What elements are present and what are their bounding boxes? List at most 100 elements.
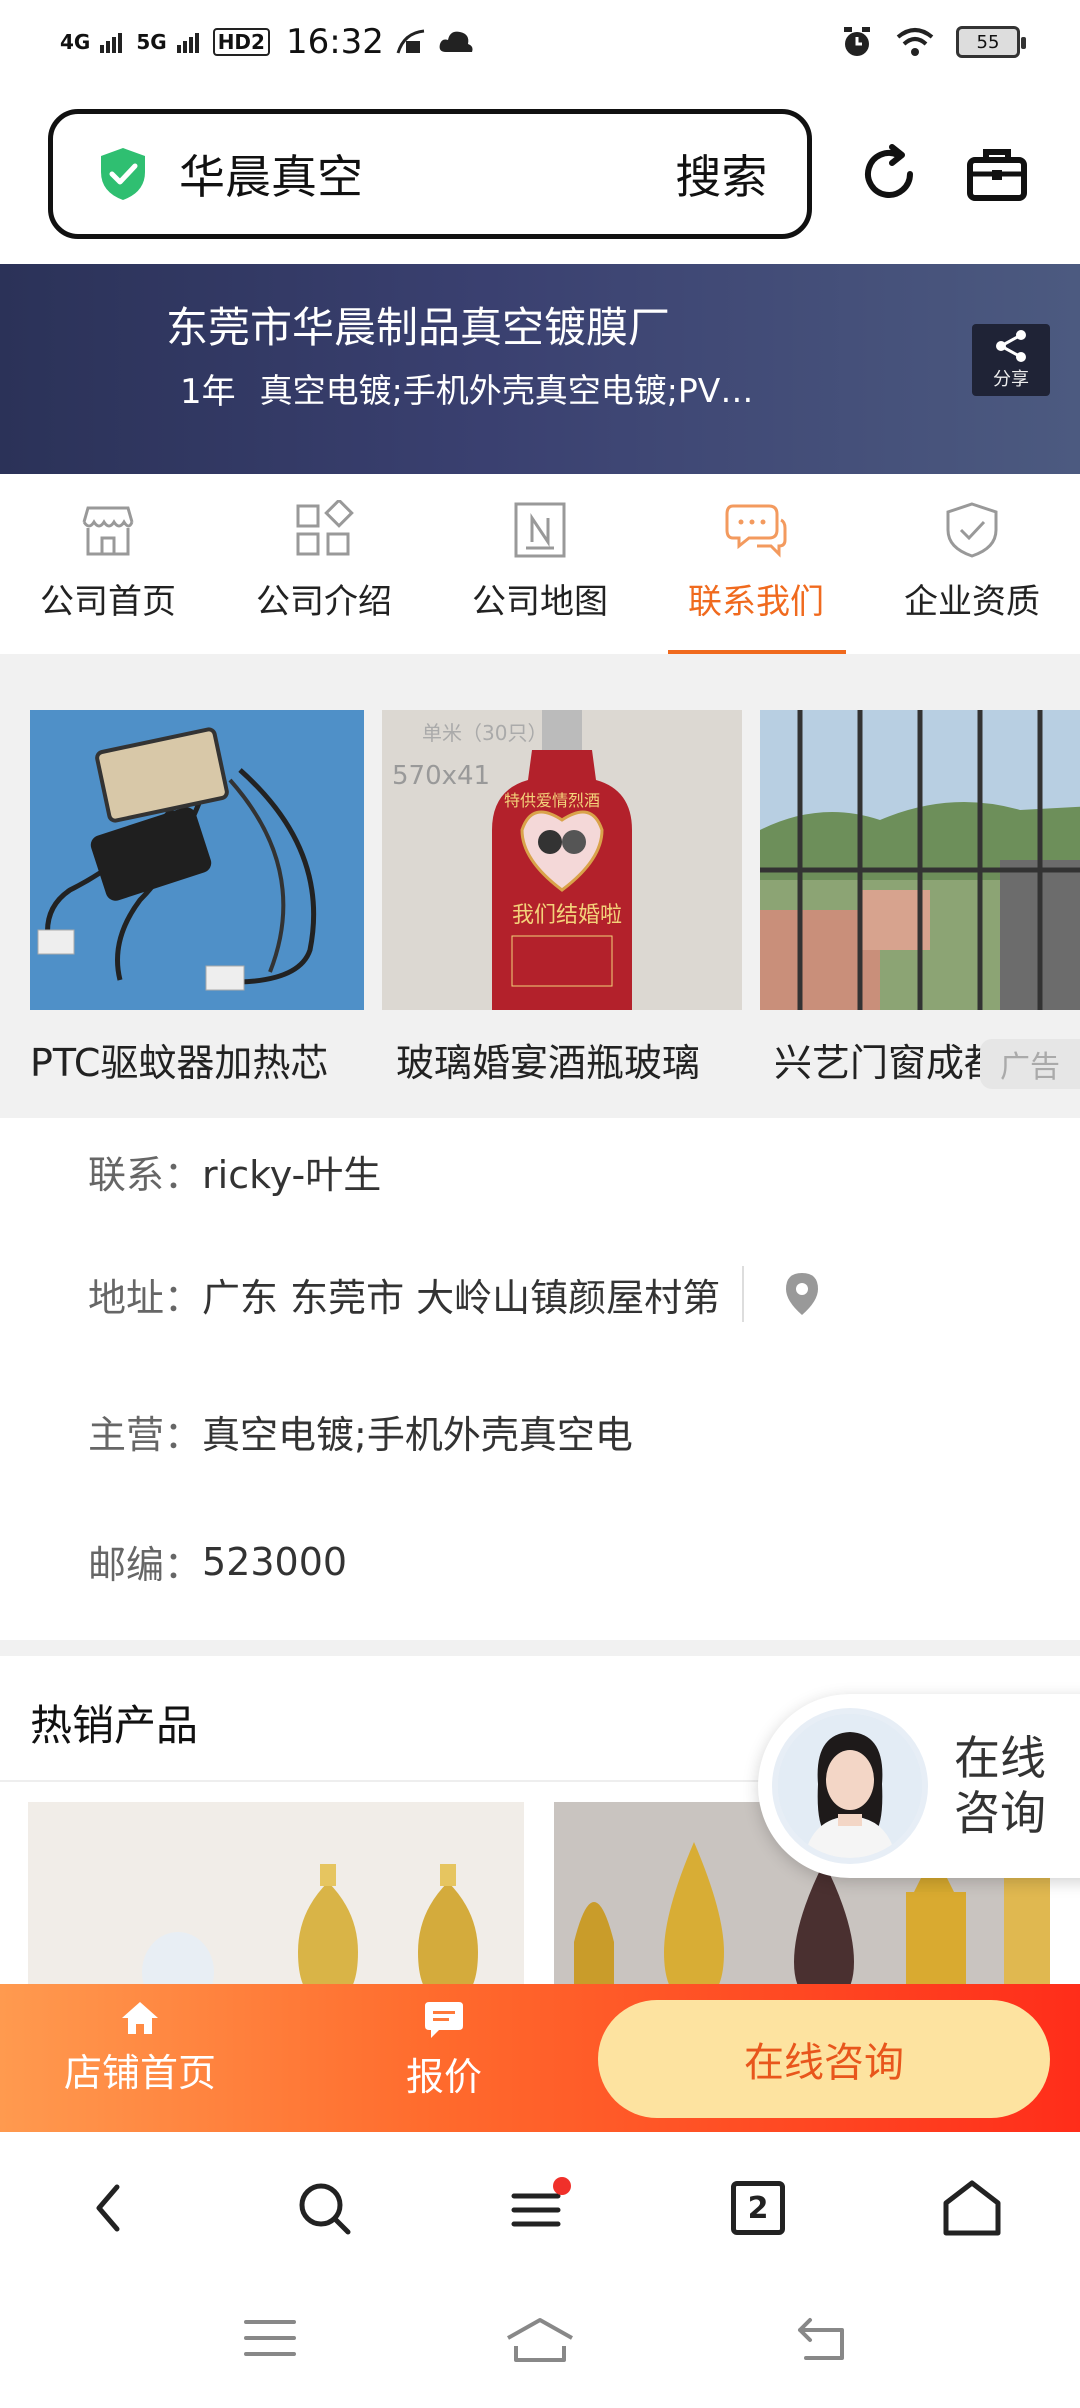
company-years: 1年: [180, 372, 236, 412]
signal-bars-icon: [176, 33, 199, 53]
hd-voice-icon: HD2: [212, 28, 270, 56]
company-name: 东莞市华晨制品真空镀膜厂: [166, 303, 671, 352]
system-back-icon: [798, 2318, 844, 2360]
quote-button[interactable]: 报价: [406, 2000, 482, 2101]
contact-info: 联系： ricky-叶生 地址： 广东 东莞市 大岭山镇颜屋村第 主营： 真空电…: [0, 1118, 1080, 1640]
search-box[interactable]: 华晨真空 搜索: [48, 109, 813, 239]
box-print-text: 单米（30只）: [422, 721, 547, 745]
wine-bottle-image: 570x41 单米（30只） 特供爱情烈酒 我们结婚啦: [382, 710, 742, 1010]
status-right: 55: [840, 25, 1026, 59]
chat-bubbles-icon: [725, 504, 787, 558]
status-time: 16:32: [285, 22, 384, 62]
tab-label: 联系我们: [688, 582, 824, 622]
status-bar: 4G 5G HD2 16:32 55: [0, 0, 1080, 84]
location-pin-icon[interactable]: [784, 1271, 820, 1317]
tab-company-intro[interactable]: 公司介绍: [216, 474, 432, 654]
menu-icon: [511, 2177, 571, 2227]
window-guard-image: [760, 710, 1080, 1010]
system-back-button[interactable]: [796, 2316, 848, 2366]
toolbox-icon: [967, 149, 1028, 201]
share-label: 分享: [993, 369, 1029, 390]
toolbox-button[interactable]: [962, 139, 1032, 209]
share-button[interactable]: 分享: [972, 324, 1050, 396]
hot-product-image[interactable]: [28, 1802, 524, 1984]
tab-label: 公司地图: [472, 582, 608, 622]
address-row[interactable]: 地址： 广东 东莞市 大岭山镇颜屋村第: [88, 1266, 820, 1322]
tab-contact-us[interactable]: 联系我们: [648, 474, 864, 654]
battery-level: 55: [976, 31, 1000, 53]
search-button[interactable]: 搜索: [675, 141, 767, 207]
gold-caps-image: [28, 1802, 524, 1984]
consult-line: 咨询: [954, 1786, 1046, 1840]
online-consult-float[interactable]: 在线 咨询: [758, 1694, 1080, 1878]
grid-icon: [296, 500, 354, 556]
signal-5g-icon: 5G: [136, 30, 167, 54]
alarm-icon: [844, 27, 870, 56]
hot-products-title: 热销产品: [30, 1701, 199, 1750]
zip-key: 邮编：: [88, 1543, 203, 1587]
tab-qualifications[interactable]: 企业资质: [864, 474, 1080, 654]
search-input[interactable]: 华晨真空: [179, 141, 363, 207]
refresh-button[interactable]: [854, 139, 924, 209]
store-icon: [82, 506, 134, 556]
menu-button[interactable]: [508, 2176, 572, 2240]
map-n-icon: [514, 502, 566, 558]
section-gap: [0, 1640, 1080, 1656]
recents-icon: [244, 2320, 296, 2356]
company-tabs: 公司首页 公司介绍 公司地图 联系我们 企业资质: [0, 474, 1080, 654]
message-icon: [425, 2002, 463, 2038]
shop-home-button[interactable]: 店铺首页: [64, 2000, 216, 2097]
tab-company-home[interactable]: 公司首页: [0, 474, 216, 654]
address-value: 广东 东莞市 大岭山镇颜屋村第: [202, 1275, 721, 1320]
wifi-icon: [896, 28, 934, 56]
main-business-row: 主营： 真空电镀;手机外壳真空电: [88, 1404, 633, 1459]
product-title: 玻璃婚宴酒瓶玻璃: [396, 1041, 701, 1085]
system-nav: [0, 2282, 1080, 2408]
search-icon: [299, 2183, 351, 2235]
contact-key: 联系：: [88, 1153, 203, 1197]
tab-label: 企业资质: [904, 582, 1040, 622]
product-card[interactable]: 兴艺门窗成都儿童: [760, 710, 1080, 1087]
zip-value: 523000: [202, 1539, 348, 1584]
company-banner: 东莞市华晨制品真空镀膜厂 1年 真空电镀;手机外壳真空电镀;PV… 分享: [0, 264, 1080, 474]
address-key: 地址：: [88, 1275, 203, 1320]
avatar: [772, 1708, 928, 1864]
refresh-icon: [865, 144, 914, 198]
search-nav-button[interactable]: [292, 2176, 356, 2240]
product-card[interactable]: PTC驱蚊器加热芯: [30, 710, 364, 1087]
bottle-label-text: 我们结婚啦: [512, 903, 622, 928]
recents-button[interactable]: [244, 2316, 296, 2364]
shop-home-label: 店铺首页: [64, 2051, 217, 2095]
system-home-button[interactable]: [504, 2316, 576, 2368]
ad-tag: 广告: [980, 1039, 1080, 1089]
home-icon: [122, 2002, 158, 2034]
home-outline-icon: [943, 2180, 1001, 2236]
search-row: 华晨真空 搜索: [0, 84, 1080, 264]
browser-nav: 2: [0, 2132, 1080, 2282]
product-image: 570x41 单米（30只） 特供爱情烈酒 我们结婚啦: [382, 710, 742, 1010]
heater-core-image: [30, 710, 364, 1010]
tab-company-map[interactable]: 公司地图: [432, 474, 648, 654]
home-button[interactable]: [940, 2176, 1004, 2240]
product-card[interactable]: 570x41 单米（30只） 特供爱情烈酒 我们结婚啦 玻璃婚宴酒瓶玻璃: [382, 710, 742, 1087]
back-button[interactable]: [76, 2176, 140, 2240]
quote-label: 报价: [406, 2055, 483, 2099]
contact-row: 联系： ricky-叶生: [88, 1144, 381, 1199]
tab-count: 2: [731, 2181, 785, 2235]
tabs-button[interactable]: 2: [726, 2176, 790, 2240]
share-icon: [996, 330, 1026, 362]
battery-icon: 55: [956, 26, 1026, 58]
shield-check-icon: [946, 502, 998, 558]
main-value: 真空电镀;手机外壳真空电: [202, 1413, 633, 1457]
product-image: [30, 710, 364, 1010]
consult-line: 在线: [954, 1730, 1046, 1785]
online-consult-button[interactable]: 在线咨询: [598, 2000, 1050, 2118]
back-arrow-icon: [96, 2184, 120, 2232]
status-left: 4G 5G HD2 16:32: [60, 22, 474, 62]
signal-bars-icon: [100, 33, 123, 53]
agent-avatar-image: [778, 1714, 922, 1858]
company-subtitle: 1年 真空电镀;手机外壳真空电镀;PV…: [180, 364, 753, 413]
product-carousel[interactable]: PTC驱蚊器加热芯 570x41 单米（30只） 特供爱情烈酒 我们结婚啦 玻璃…: [0, 654, 1080, 1118]
cloud-icon: [439, 31, 473, 52]
product-title: PTC驱蚊器加热芯: [30, 1041, 329, 1085]
